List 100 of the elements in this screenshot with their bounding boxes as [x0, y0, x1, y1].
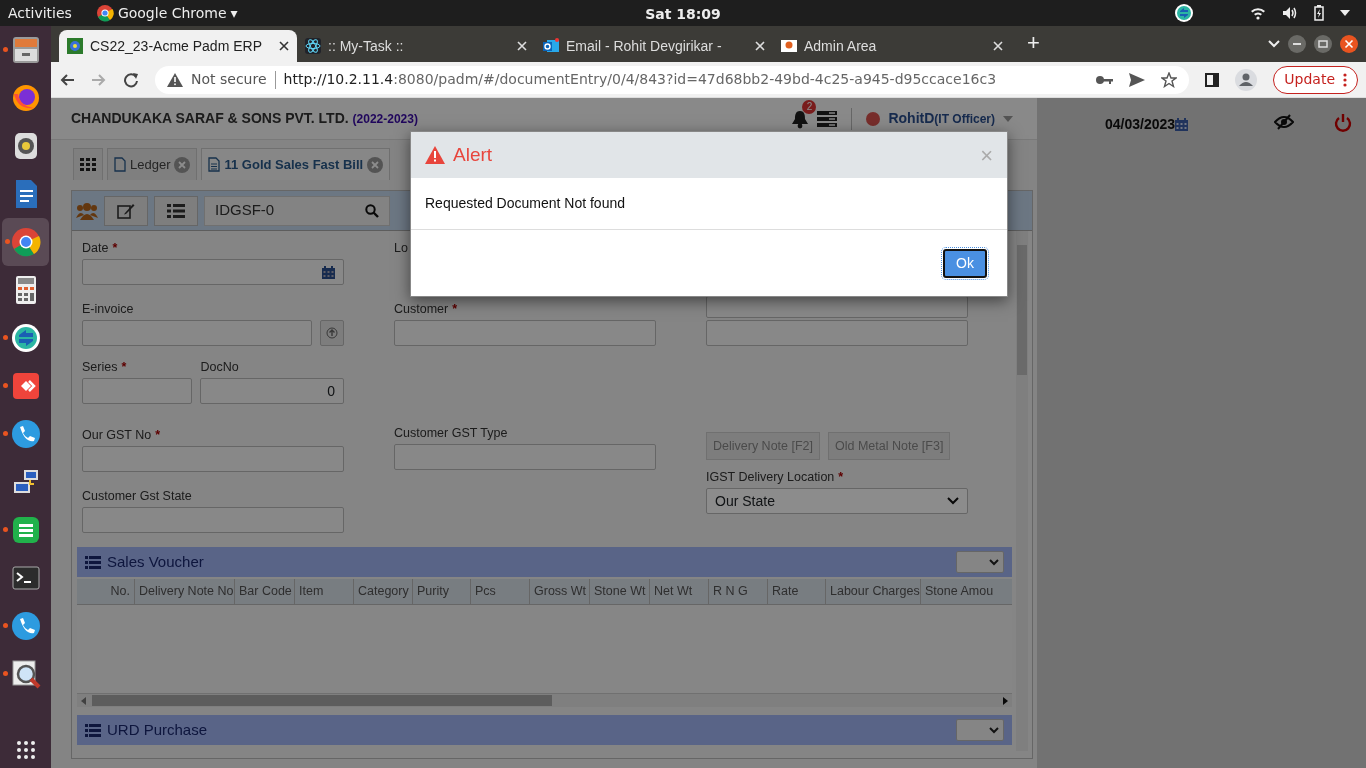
list-icon [85, 555, 101, 569]
search-icon [365, 203, 379, 218]
scrollbar-thumb[interactable] [1016, 245, 1028, 375]
input-field[interactable] [82, 446, 344, 472]
send-icon[interactable] [1129, 72, 1146, 87]
browser-icon [95, 4, 114, 22]
input-field[interactable] [82, 507, 344, 533]
column-header[interactable]: Gross Wt [530, 579, 590, 604]
input-field[interactable] [394, 320, 656, 346]
phone-icon[interactable] [9, 610, 42, 642]
field-label: Customer GST Type [394, 425, 509, 442]
file-icon [114, 157, 126, 172]
clock[interactable]: Sat 18:09 [645, 4, 721, 25]
caret-icon [1003, 115, 1013, 122]
profile-icon[interactable] [1235, 68, 1258, 91]
phone-icon[interactable] [9, 418, 42, 450]
scroll-left-icon[interactable] [80, 696, 88, 705]
column-header[interactable]: Delivery Note No [135, 579, 235, 604]
ok-button[interactable]: Ok [943, 248, 987, 278]
scrollbar-thumb[interactable] [92, 695, 552, 706]
close-icon[interactable] [279, 41, 289, 51]
grid-icon [80, 157, 96, 172]
star-icon[interactable] [1161, 71, 1178, 88]
input-field[interactable] [706, 296, 968, 318]
reload-icon[interactable] [123, 71, 139, 88]
field-label: Date * [82, 240, 119, 257]
input-field[interactable] [82, 378, 193, 404]
close-button[interactable] [1340, 35, 1358, 53]
server-icon[interactable] [817, 110, 838, 127]
calendar-icon[interactable] [322, 265, 335, 279]
warning-icon [167, 72, 183, 87]
scroll-right-icon[interactable] [1001, 696, 1009, 705]
date-field[interactable] [82, 259, 344, 285]
url-text: http://10.2.11.4:8080/padm/#/documentEntry/0/4/843?id=47d68bb2-49bd-4c25-a945-d95ccace16c3 [283, 70, 997, 89]
document-tab[interactable]: 11 Gold Sales Fast Bill [201, 148, 391, 180]
new-tab-button[interactable]: + [1027, 25, 1040, 59]
magnifier-icon[interactable] [9, 658, 42, 690]
document-tab[interactable]: Ledger [107, 148, 198, 180]
column-header[interactable]: Item [295, 579, 354, 604]
minimize-button[interactable] [1288, 35, 1306, 53]
search-field[interactable]: IDGSF-0 [204, 195, 390, 226]
column-header[interactable]: Category [354, 579, 413, 604]
column-header[interactable]: R N G [709, 579, 768, 604]
browser-icon[interactable] [9, 226, 42, 258]
address-bar[interactable]: Not secure http://10.2.11.4:8080/padm/#/documentEntry/0/4/843?id=47d68bb2-49bd-4c25-a945-d95ccace16c3 [155, 65, 1190, 94]
dropdown[interactable] [956, 551, 1004, 573]
status-dot [866, 111, 881, 126]
column-header[interactable]: Bar Code [235, 579, 295, 604]
column-header[interactable]: No. [77, 579, 135, 604]
activities-button[interactable]: Activities [8, 2, 72, 24]
warning-icon [425, 146, 445, 164]
select-field[interactable]: Our State [706, 488, 968, 514]
chevron-icon [947, 497, 959, 505]
volume-icon[interactable] [1282, 6, 1298, 20]
edit-button[interactable] [104, 195, 148, 226]
column-header[interactable]: Net Wt [650, 579, 709, 604]
bell-icon[interactable] [791, 109, 810, 130]
wifi-icon[interactable] [1250, 6, 1266, 20]
dropdown[interactable] [956, 719, 1004, 741]
close-button[interactable]: × [980, 138, 993, 172]
key-icon[interactable] [1095, 74, 1114, 85]
browser-tab[interactable]: CS22_23-Acme Padm ERP [59, 30, 297, 62]
input-field[interactable]: 0 [200, 378, 344, 404]
input-field[interactable] [706, 320, 968, 346]
back-icon[interactable] [59, 71, 75, 88]
file-icon [208, 157, 221, 172]
favicon [67, 38, 83, 54]
browser-tab[interactable]: :: My-Task :: [297, 30, 535, 62]
column-header[interactable]: Labour Charges [826, 579, 921, 604]
more-icon [1343, 72, 1347, 87]
upload-icon [326, 327, 338, 339]
browser-tab[interactable]: Admin Area [773, 30, 1011, 62]
input-field[interactable] [394, 444, 656, 470]
favicon [781, 38, 797, 54]
company-name: CHANDUKAKA SARAF & SONS PVT. LTD. (2022-2023) [71, 109, 418, 128]
column-header[interactable]: Purity [413, 579, 471, 604]
browser-tab[interactable]: Email - Rohit Devgirikar - [535, 30, 773, 62]
input-field[interactable] [82, 320, 312, 346]
field-label: Customer Gst State [82, 488, 193, 505]
apps-tab[interactable] [73, 148, 103, 180]
column-header[interactable]: Pcs [471, 579, 530, 604]
chevron-icon[interactable] [1268, 40, 1280, 48]
sync-icon[interactable] [9, 322, 42, 354]
caret-icon[interactable] [1340, 10, 1350, 16]
user-menu[interactable]: RohitD(IT Officer) [888, 108, 995, 129]
update-button[interactable]: Update [1273, 65, 1358, 94]
battery-icon[interactable] [1314, 5, 1324, 21]
app-menu[interactable]: Google Chrome [117, 2, 227, 24]
list-button[interactable] [154, 195, 198, 226]
app-grid-icon[interactable] [15, 740, 36, 760]
security-label[interactable]: Not secure [191, 69, 267, 90]
calendar-icon[interactable] [1175, 118, 1189, 131]
sync-icon[interactable] [1174, 3, 1194, 23]
column-header[interactable]: Rate [768, 579, 826, 604]
hide-icon[interactable] [1274, 114, 1294, 130]
side-panel-icon[interactable] [1205, 72, 1220, 87]
field-label: E-invoice [82, 301, 135, 318]
maximize-button[interactable] [1314, 35, 1332, 53]
column-header[interactable]: Stone Wt [590, 579, 650, 604]
power-icon[interactable] [1334, 114, 1352, 132]
